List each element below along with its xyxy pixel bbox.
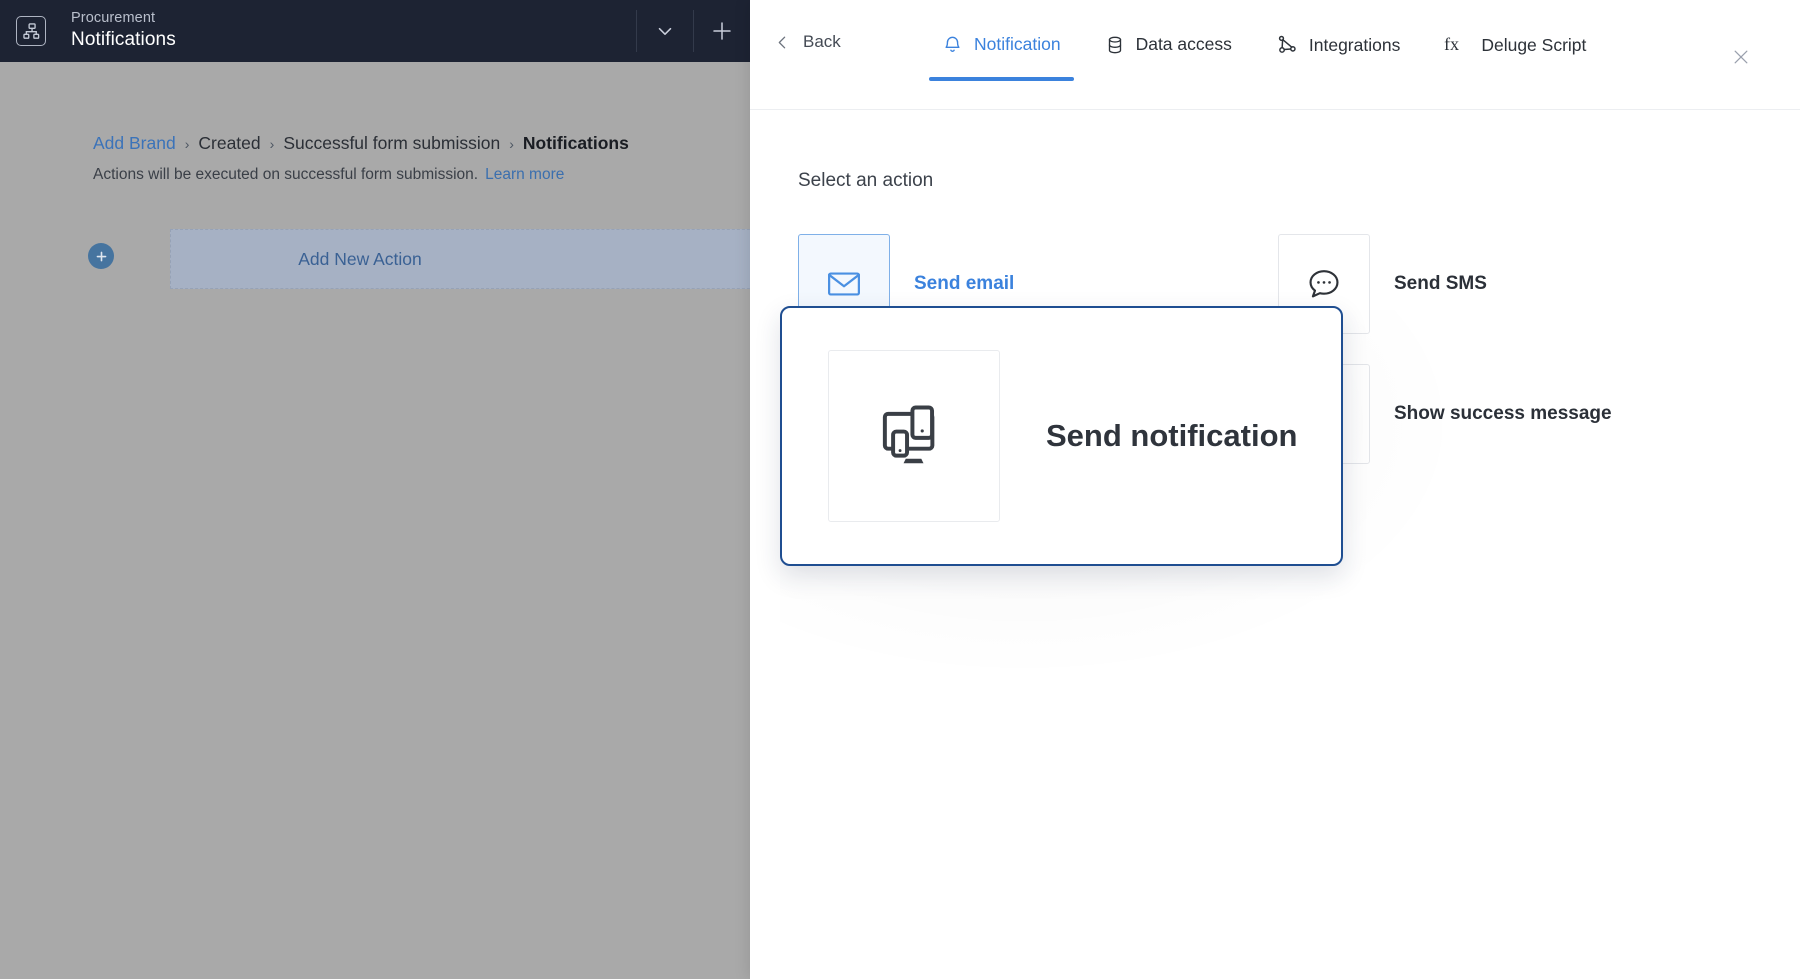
chevron-down-icon	[654, 20, 676, 42]
page-description: Actions will be executed on successful f…	[93, 166, 564, 184]
chevron-left-icon	[774, 34, 791, 51]
app-topbar: Procurement Notifications	[0, 0, 750, 62]
section-title: Select an action	[798, 170, 934, 191]
add-new-action-button[interactable]: Add New Action	[170, 229, 750, 289]
plus-icon	[710, 19, 734, 43]
chat-bubble-icon	[1305, 265, 1343, 303]
breadcrumb-item-successful-form-submission[interactable]: Successful form submission	[283, 133, 500, 154]
fx-icon: fx	[1444, 34, 1470, 56]
dragging-card-tile	[828, 350, 1000, 522]
action-card-show-success-message[interactable]: Show success message	[1278, 356, 1758, 472]
app-logo[interactable]	[0, 0, 62, 62]
page-description-text: Actions will be executed on successful f…	[93, 166, 479, 183]
database-icon	[1105, 35, 1125, 55]
back-label: Back	[803, 32, 841, 51]
topbar-titles: Procurement Notifications	[62, 10, 636, 52]
close-icon	[1731, 47, 1751, 67]
dragging-action-card-send-notification[interactable]: Send notification	[780, 306, 1343, 566]
action-picker-panel: Back Notification Data access Integratio…	[750, 0, 1800, 979]
breadcrumb-separator: ›	[184, 136, 190, 152]
add-new-action-label: Add New Action	[298, 248, 422, 269]
panel-header: Back Notification Data access Integratio…	[750, 0, 1800, 110]
action-card-send-sms[interactable]: Send SMS	[1278, 226, 1758, 342]
tab-notification[interactable]: Notification	[920, 26, 1083, 81]
tab-notification-label: Notification	[974, 34, 1061, 54]
action-card-label: Send email	[914, 273, 1015, 294]
envelope-icon	[825, 265, 863, 303]
breadcrumb-item-notifications: Notifications	[522, 133, 629, 153]
back-button[interactable]: Back	[774, 32, 841, 52]
dragging-card-label: Send notification	[1046, 418, 1298, 453]
add-new-button[interactable]	[693, 0, 750, 62]
tab-deluge-script[interactable]: fx Deluge Script	[1422, 26, 1608, 82]
bell-icon	[942, 34, 963, 55]
panel-body: Select an action Send email Send SMS Sho…	[750, 110, 1800, 979]
action-card-label: Send SMS	[1394, 273, 1487, 294]
tab-integrations-label: Integrations	[1308, 34, 1401, 55]
background-content: Add Brand › Created › Successful form su…	[0, 62, 750, 979]
tab-deluge-script-label: Deluge Script	[1481, 34, 1587, 55]
devices-icon	[876, 398, 952, 474]
breadcrumb-separator: ›	[269, 136, 275, 152]
breadcrumb-separator: ›	[509, 136, 514, 152]
svg-text:fx: fx	[1444, 34, 1459, 54]
tab-data-access-label: Data access	[1135, 34, 1232, 54]
nodes-icon	[1276, 34, 1298, 56]
close-panel-button[interactable]	[1724, 40, 1758, 74]
tab-integrations[interactable]: Integrations	[1254, 26, 1422, 82]
flowchart-icon	[16, 16, 46, 46]
plus-circle-icon[interactable]	[88, 243, 114, 269]
panel-tabs: Notification Data access Integrations fx…	[920, 26, 1608, 82]
breadcrumb-item-created[interactable]: Created	[198, 133, 260, 154]
action-card-label: Show success message	[1394, 403, 1612, 424]
add-action-row: Add New Action	[0, 229, 750, 289]
page-title: Notifications	[71, 29, 176, 51]
workspace-dropdown-button[interactable]	[636, 0, 693, 62]
screen-root: Procurement Notifications Add Brand › Cr…	[0, 0, 1800, 979]
breadcrumb: Add Brand › Created › Successful form su…	[93, 133, 629, 154]
tab-data-access[interactable]: Data access	[1083, 26, 1254, 81]
learn-more-link[interactable]: Learn more	[485, 166, 564, 183]
background-app: Procurement Notifications Add Brand › Cr…	[0, 0, 750, 979]
breadcrumb-item-add-brand[interactable]: Add Brand	[93, 133, 176, 154]
app-name: Procurement	[71, 10, 156, 27]
